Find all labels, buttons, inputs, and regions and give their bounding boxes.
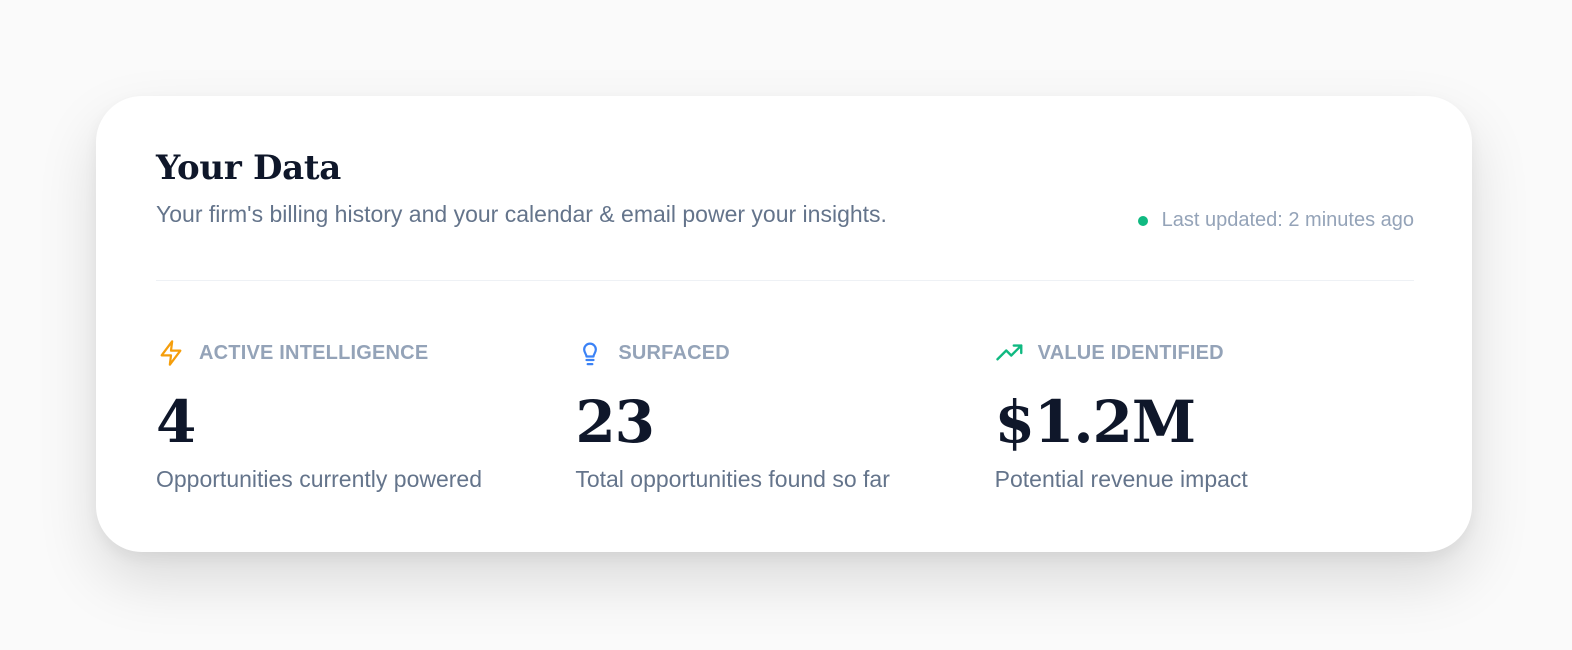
- data-summary-card: Your Data Your firm's billing history an…: [96, 96, 1472, 552]
- lightbulb-icon: [575, 338, 605, 368]
- stats-row: ACTIVE INTELLIGENCE 4 Opportunities curr…: [156, 337, 1414, 493]
- stat-label: SURFACED: [618, 341, 730, 364]
- trending-up-icon: [995, 338, 1025, 368]
- stat-label-row: SURFACED: [575, 337, 994, 369]
- last-updated-text: Last updated: 2 minutes ago: [1161, 209, 1414, 231]
- last-updated-status: Last updated: 2 minutes ago: [1137, 209, 1414, 232]
- lightning-bolt-icon: [156, 338, 186, 368]
- card-header: Your Data Your firm's billing history an…: [156, 148, 1414, 281]
- stat-label-row: VALUE IDENTIFIED: [995, 337, 1414, 369]
- status-dot-icon: [1137, 215, 1148, 226]
- card-title: Your Data: [156, 148, 342, 188]
- stat-active-intelligence: ACTIVE INTELLIGENCE 4 Opportunities curr…: [156, 337, 575, 493]
- stat-surfaced: SURFACED 23 Total opportunities found so…: [575, 337, 994, 493]
- stat-value: 4: [156, 388, 196, 456]
- stat-label: ACTIVE INTELLIGENCE: [199, 341, 429, 364]
- stat-value: 23: [575, 388, 655, 456]
- stat-description: Opportunities currently powered: [156, 466, 482, 492]
- stat-value-identified: VALUE IDENTIFIED $1.2M Potential revenue…: [995, 337, 1414, 493]
- stat-label: VALUE IDENTIFIED: [1037, 341, 1224, 364]
- stat-description: Total opportunities found so far: [575, 466, 890, 492]
- stat-label-row: ACTIVE INTELLIGENCE: [156, 337, 575, 369]
- stat-value: $1.2M: [994, 388, 1196, 456]
- stat-description: Potential revenue impact: [994, 466, 1248, 492]
